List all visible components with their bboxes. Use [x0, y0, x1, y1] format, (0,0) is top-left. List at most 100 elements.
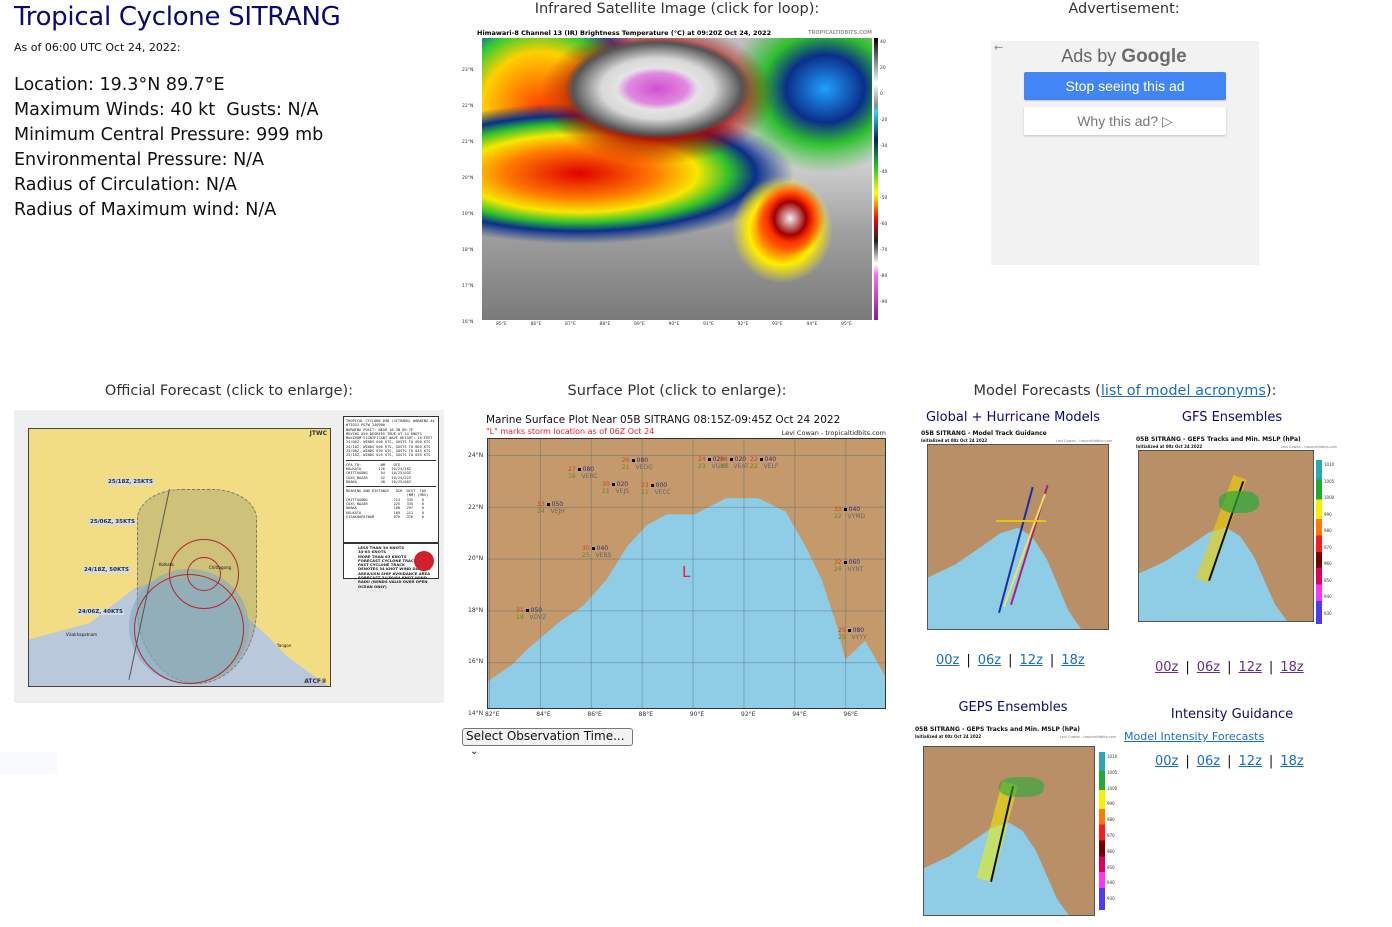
wind-radii-64kt	[187, 557, 221, 591]
station-dot	[525, 609, 529, 612]
station-pressure: 040	[596, 545, 609, 552]
lon-tick: 86°E	[530, 322, 542, 327]
station-dot	[847, 629, 851, 632]
cycle-06z-link[interactable]: 06z	[1197, 754, 1220, 769]
lat-tick: 18°N	[468, 606, 484, 614]
cycle-18z-link[interactable]: 18z	[1280, 754, 1303, 769]
image-credit: Levi Cowan - tropicaltidbits.com	[1280, 445, 1337, 449]
station-dewpoint: 25	[582, 552, 590, 559]
gfs-cycle-links: 00z | 06z | 12z | 18z	[1155, 660, 1304, 675]
station-dewpoint: 21	[602, 488, 610, 495]
cycle-12z-link[interactable]: 12z	[1239, 754, 1262, 769]
station-dewpoint: 19	[516, 614, 524, 621]
lat-tick: 24°N	[468, 452, 484, 459]
station-dewpoint: 23	[698, 463, 706, 470]
station-id: VEDG	[633, 464, 653, 471]
radius-max-wind-fact: Radius of Maximum wind: N/A	[14, 200, 277, 220]
station-dot	[707, 458, 711, 461]
separator: |	[1185, 754, 1190, 769]
global-cycle-links: 00z | 06z | 12z | 18z	[936, 653, 1085, 668]
separator: |	[1185, 660, 1190, 675]
station-plot: 33 050 24 VEJH	[537, 501, 565, 515]
why-this-ad-button[interactable]: Why this ad? ▷	[1024, 107, 1226, 135]
lon-tick: 82°E	[485, 711, 500, 718]
station-plot: 27 080 16 VERC	[568, 466, 598, 480]
separator: |	[1008, 653, 1013, 668]
cycle-06z-link[interactable]: 06z	[978, 653, 1001, 668]
stop-seeing-ad-button[interactable]: Stop seeing this ad	[1024, 72, 1226, 100]
pressure-tick: 1000	[1324, 495, 1335, 500]
lon-tick: 96°E	[843, 711, 858, 718]
chevron-down-icon: ⌄	[470, 746, 479, 757]
lat-tick: 16°N	[468, 658, 484, 665]
surface-plot-heading: Surface Plot (click to enlarge):	[567, 383, 787, 399]
ir-section-heading: Infrared Satellite Image (click for loop…	[534, 1, 820, 17]
model-track	[996, 520, 1046, 522]
station-id: VYYY	[849, 634, 867, 641]
station-id: VERC	[579, 473, 598, 480]
cycle-18z-link[interactable]: 18z	[1061, 653, 1084, 668]
station-id: VECC	[652, 489, 671, 496]
pressure-tick: 990	[1107, 801, 1115, 807]
station-pressure: 020	[734, 456, 747, 463]
surface-plot-image[interactable]: Marine Surface Plot Near 05B SITRANG 08:…	[468, 410, 888, 720]
gfs-ensembles-heading: GFS Ensembles	[1181, 410, 1283, 425]
colorbar-tick: -30	[880, 144, 888, 149]
cycle-00z-link[interactable]: 00z	[936, 653, 959, 668]
bearing-text: BEARING AND DISTANCE DIR DIST TAU (NM) (…	[346, 489, 429, 519]
lon-tick: 92°E	[741, 711, 756, 718]
station-temp: 24	[698, 456, 706, 463]
cycle-12z-link[interactable]: 12z	[1020, 653, 1043, 668]
pressure-colorbar	[1316, 460, 1322, 624]
official-forecast-image[interactable]: 25/18Z, 25KTS 25/06Z, 35KTS 24/18Z, 50KT…	[14, 410, 444, 703]
surface-map: L 27 080 16 VERC 26 080 21 VEDG 30 020 21 VEJS 23…	[487, 438, 886, 709]
separator: |	[1227, 660, 1232, 675]
cycle-06z-link[interactable]: 06z	[1197, 660, 1220, 675]
colorbar-tick: 0	[880, 92, 883, 97]
ir-caption: Himawari-8 Channel 13 (IR) Brightness Te…	[477, 29, 772, 37]
observation-time-select[interactable]: Select Observation Time... ⌄	[462, 728, 633, 757]
cycle-00z-link[interactable]: 00z	[1155, 754, 1178, 769]
storm-location-marker: L	[682, 563, 691, 581]
colorbar-tick: -50	[880, 196, 888, 201]
pressure-tick: 970	[1107, 833, 1115, 838]
cycle-12z-link[interactable]: 12z	[1239, 660, 1262, 675]
station-dot	[591, 547, 595, 550]
gfs-ensembles-image[interactable]: 05B SITRANG - GEFS Tracks and Min. MSLP …	[1134, 434, 1339, 634]
lat-tick: 19°N	[462, 212, 474, 217]
lon-tick: 90°E	[668, 322, 680, 327]
station-dewpoint: 21	[622, 464, 630, 471]
intensity-guidance-heading: Intensity Guidance	[1170, 707, 1294, 722]
model-map	[927, 444, 1109, 630]
heading-prefix: Model Forecasts (	[973, 383, 1101, 399]
station-plot: 30 040 25 VEBS	[582, 545, 611, 559]
ir-satellite-image[interactable]: Himawari-8 Channel 13 (IR) Brightness Te…	[462, 28, 888, 327]
ad-container: ← Ads by Google Stop seeing this ad Why …	[991, 41, 1259, 265]
ir-imagery	[482, 38, 872, 320]
track-label: 25/18Z, 25KTS	[107, 479, 154, 485]
pressure-tick: 990	[1324, 511, 1332, 517]
image-init: Initialized at 00z Oct 24 2022	[921, 438, 988, 443]
lat-tick: 14°N	[468, 709, 484, 717]
station-temp: 33	[537, 501, 545, 508]
station-plot: 22 040 22 VELP	[750, 456, 778, 470]
surface-plot-subtitle: "L" marks storm location as of 06Z Oct 2…	[486, 427, 655, 436]
track-label: 24/06Z, 40KTS	[77, 609, 124, 615]
station-temp: 23	[641, 482, 649, 489]
cycle-18z-link[interactable]: 18z	[1280, 660, 1303, 675]
lat-tick: 18°N	[462, 248, 474, 253]
cycle-00z-link[interactable]: 00z	[1155, 660, 1178, 675]
lon-tick: 91°E	[703, 322, 714, 327]
pressure-tick: 950	[1107, 864, 1115, 870]
model-intensity-forecasts-link[interactable]: Model Intensity Forecasts	[1124, 730, 1264, 743]
model-acronyms-link[interactable]: list of model acronyms	[1101, 383, 1266, 399]
station-plot: 31 050 19 VOVZ	[516, 607, 546, 621]
ad-heading: Advertisement:	[1068, 1, 1180, 17]
global-models-image[interactable]: 05B SITRANG - Model Track Guidance Initi…	[919, 428, 1114, 638]
storm-facts: Location: 19.3°N 89.7°E Maximum Winds: 4…	[14, 73, 323, 223]
pressure-tick: 950	[1324, 577, 1332, 583]
lon-tick: 88°E	[638, 711, 654, 718]
separator: |	[1049, 653, 1055, 668]
google-logo: Google	[1121, 46, 1187, 67]
geps-ensembles-image[interactable]: 05B SITRANG - GEPS Tracks and Min. MSLP …	[913, 724, 1118, 922]
